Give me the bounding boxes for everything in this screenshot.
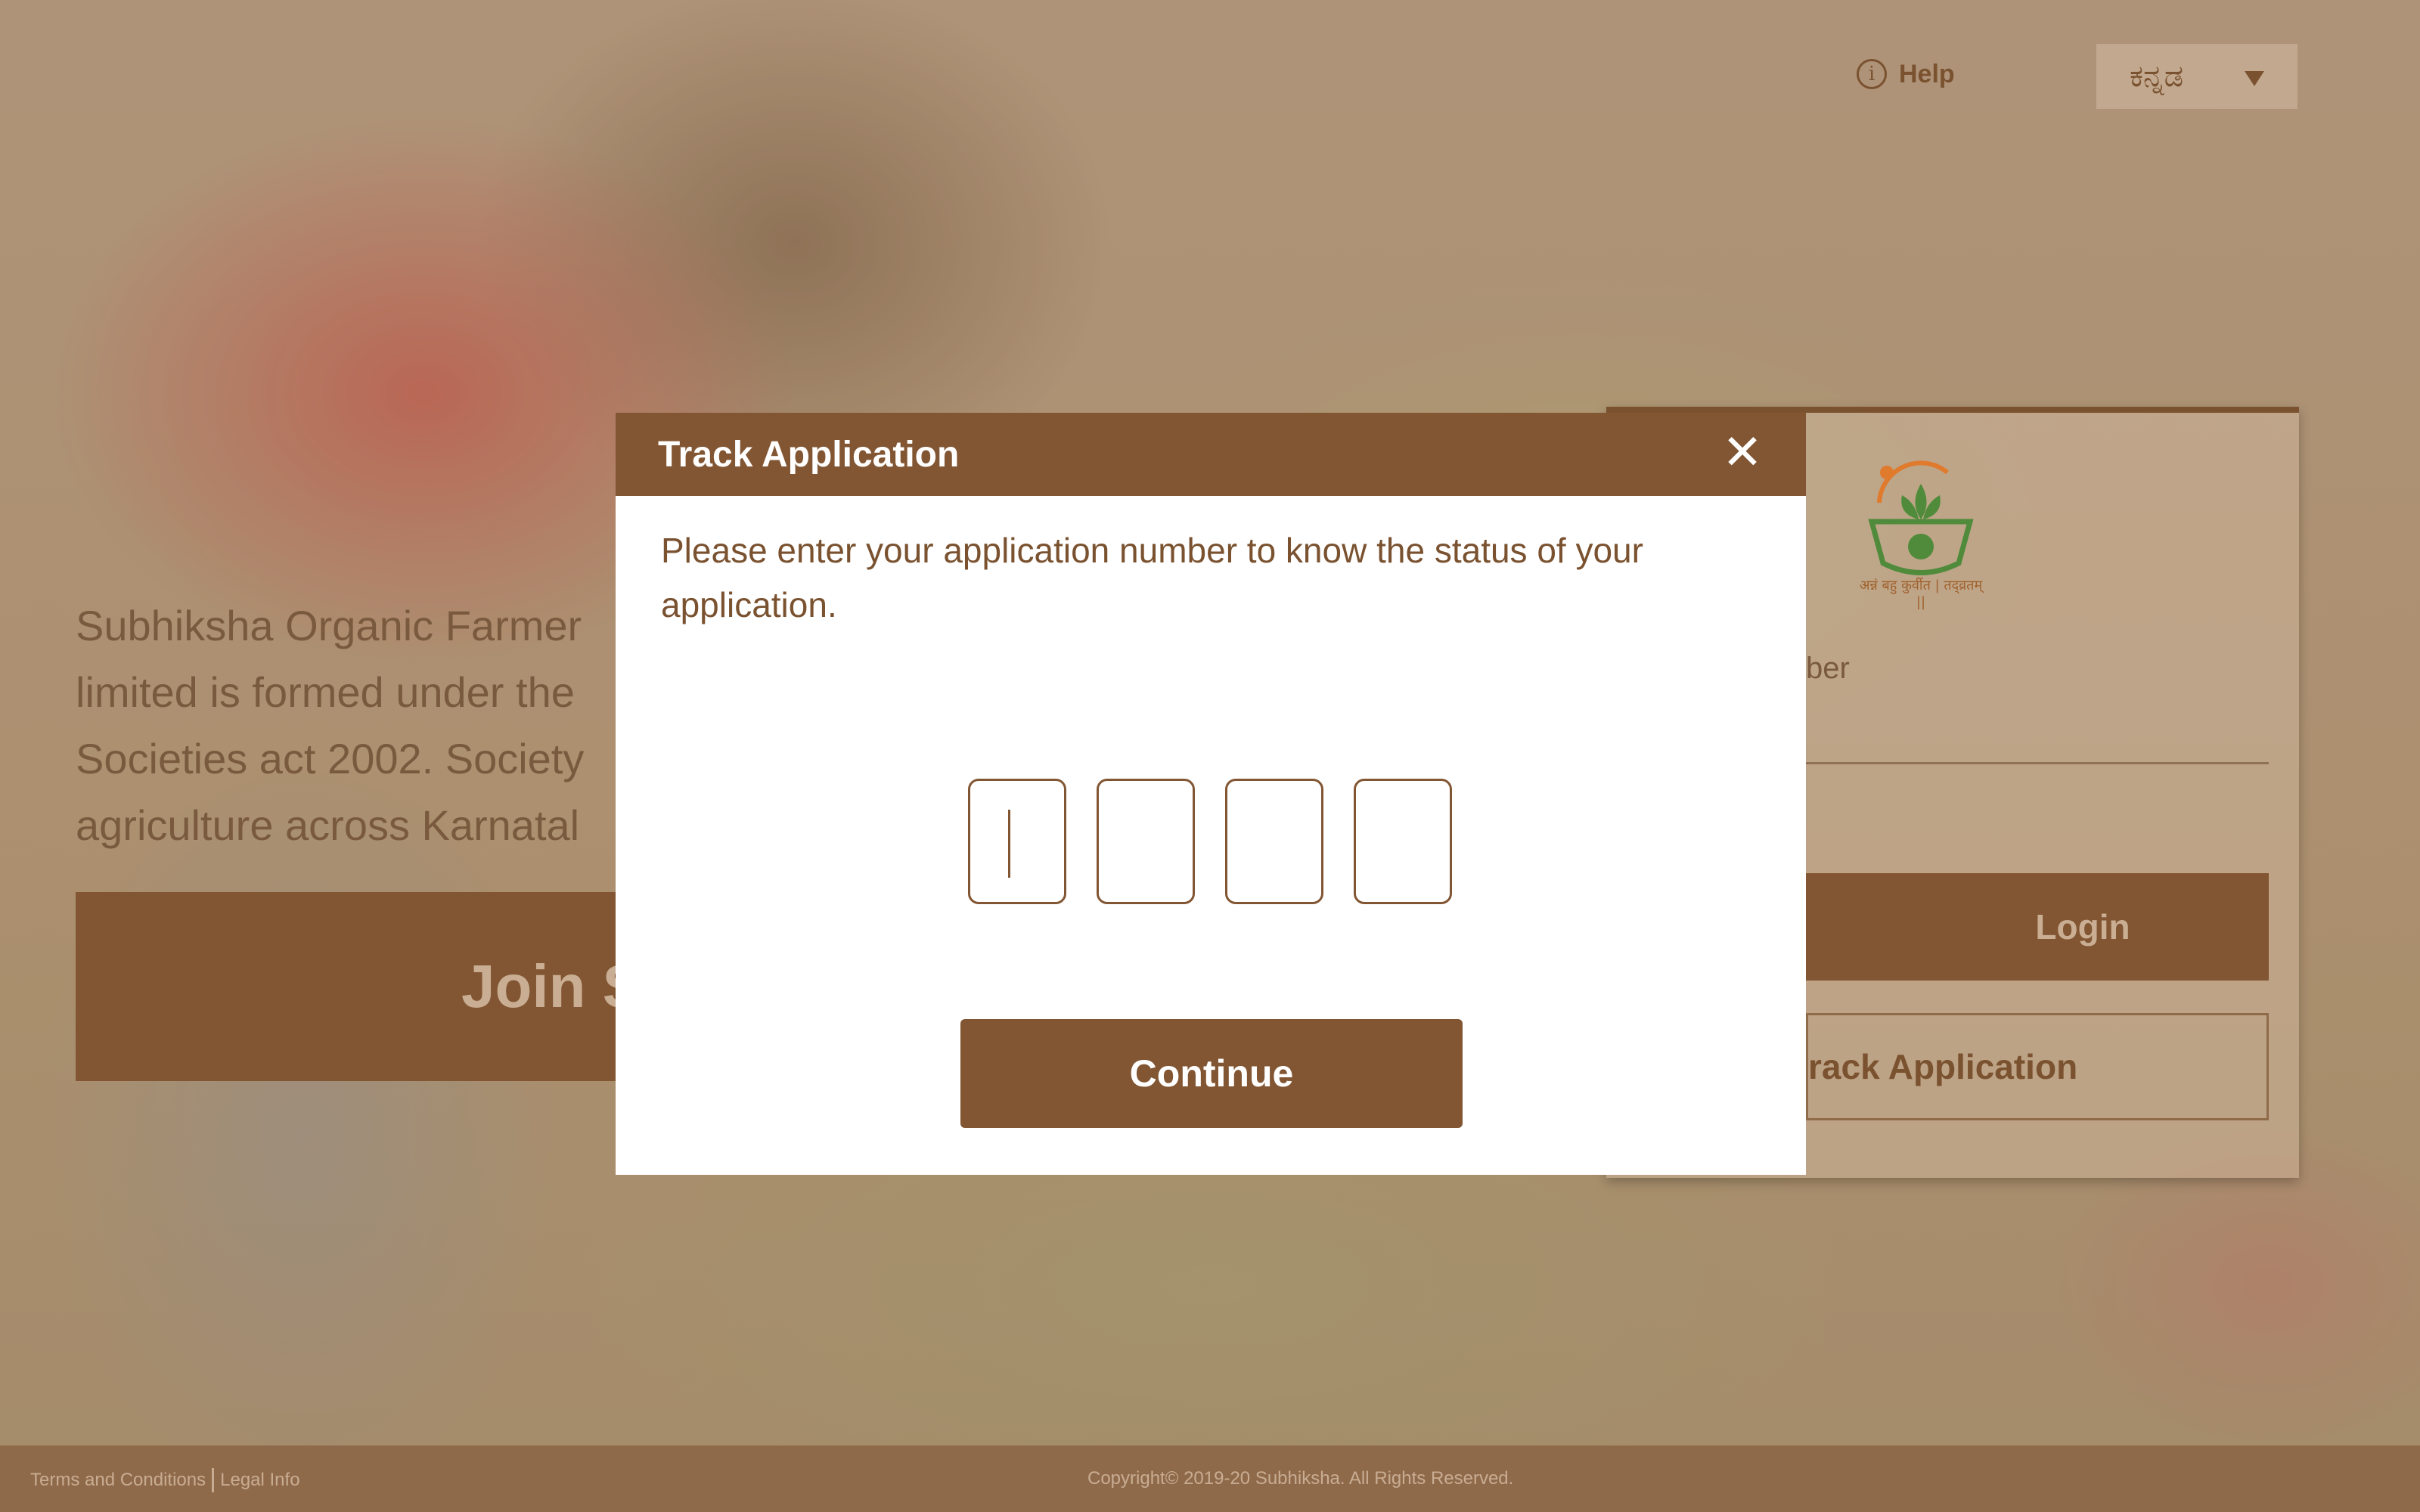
digit-input-2[interactable]	[1097, 779, 1195, 904]
footer-divider	[212, 1468, 215, 1492]
footer: Terms and Conditions Legal Info Copyrigh…	[0, 1445, 2420, 1512]
language-select[interactable]: ಕನ್ನಡ	[2096, 44, 2297, 109]
footer-links: Terms and Conditions Legal Info	[30, 1468, 300, 1492]
modal-message: Please enter your application number to …	[661, 531, 1643, 624]
track-application-modal: Track Application ✕ Please enter your ap…	[616, 413, 1806, 1175]
digit-input-1[interactable]	[968, 779, 1066, 904]
help-link[interactable]: i Help	[1857, 59, 1955, 89]
application-number-inputs	[968, 779, 1452, 904]
application-number-input[interactable]	[1806, 762, 2269, 764]
language-value: ಕನ್ನಡ	[2130, 59, 2184, 94]
login-button[interactable]: Login	[1806, 873, 2269, 981]
caret-down-icon	[2245, 71, 2264, 86]
legal-info-link[interactable]: Legal Info	[220, 1470, 299, 1491]
terms-link[interactable]: Terms and Conditions	[30, 1470, 206, 1491]
logo-tagline: अन्नं बहु कुर्वीत | तद्व्रतम् ||	[1859, 578, 1983, 610]
track-application-button[interactable]: rack Application	[1806, 1013, 2269, 1120]
modal-header: Track Application ✕	[616, 413, 1806, 496]
text-cursor	[1008, 810, 1010, 878]
copyright-text: Copyright© 2019-20 Subhiksha. All Rights…	[1087, 1468, 1514, 1489]
help-label: Help	[1899, 59, 1955, 88]
digit-input-3[interactable]	[1225, 779, 1323, 904]
digit-input-4[interactable]	[1354, 779, 1452, 904]
continue-button[interactable]: Continue	[960, 1019, 1463, 1128]
info-icon: i	[1857, 59, 1887, 89]
modal-title: Track Application	[658, 435, 960, 475]
close-icon[interactable]: ✕	[1720, 428, 1765, 476]
application-number-label: ber	[1806, 652, 1850, 685]
